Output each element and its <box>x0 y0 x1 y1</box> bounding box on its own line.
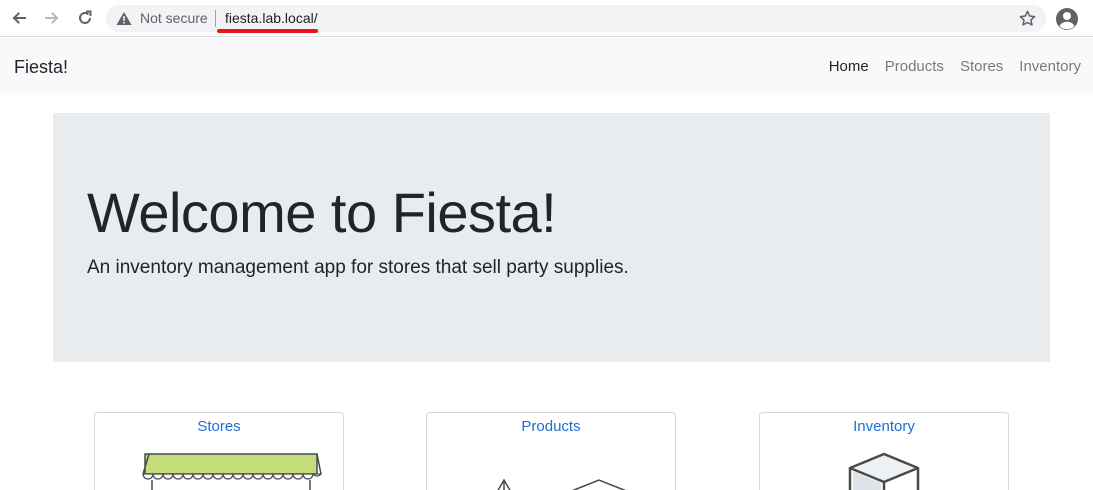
jumbotron: Welcome to Fiesta! An inventory manageme… <box>53 113 1050 362</box>
back-button[interactable] <box>7 6 31 30</box>
brand-link[interactable]: Fiesta! <box>14 56 68 78</box>
nav-link-stores[interactable]: Stores <box>960 57 1003 76</box>
nav-link-products[interactable]: Products <box>885 57 944 76</box>
url-text[interactable]: fiesta.lab.local/ <box>225 10 318 27</box>
reload-icon <box>79 10 92 24</box>
url-highlight-underline <box>217 29 318 33</box>
page-lead-text: An inventory management app for stores t… <box>87 257 629 278</box>
page-title: Welcome to Fiesta! <box>87 181 557 244</box>
browser-toolbar: Not secure fiesta.lab.local/ <box>0 0 1093 37</box>
box-icon <box>848 452 920 490</box>
party-supplies-icon <box>497 478 627 490</box>
warning-icon[interactable] <box>116 11 132 26</box>
arrow-right-icon <box>45 12 59 24</box>
products-card-link[interactable]: Products <box>427 417 675 436</box>
arrow-left-icon <box>12 12 26 24</box>
stores-card-link[interactable]: Stores <box>95 417 343 436</box>
stores-card: Stores <box>94 412 344 490</box>
site-navbar: Fiesta! Home Products Stores Inventory <box>0 38 1093 93</box>
inventory-card-link[interactable]: Inventory <box>760 417 1008 436</box>
inventory-card: Inventory <box>759 412 1009 490</box>
nav-link-home[interactable]: Home <box>829 57 869 76</box>
address-bar[interactable]: Not secure fiesta.lab.local/ <box>106 5 1046 33</box>
nav-link-inventory[interactable]: Inventory <box>1019 57 1081 76</box>
reload-button[interactable] <box>73 6 97 30</box>
store-awning-icon <box>142 453 323 490</box>
account-icon[interactable] <box>1055 7 1079 31</box>
nav-links: Home Products Stores Inventory <box>829 57 1081 76</box>
forward-button[interactable] <box>40 6 64 30</box>
omnibox-divider <box>215 10 216 27</box>
bookmark-star-icon[interactable] <box>1018 9 1037 28</box>
products-card: Products <box>426 412 676 490</box>
security-status-label[interactable]: Not secure <box>140 10 208 27</box>
